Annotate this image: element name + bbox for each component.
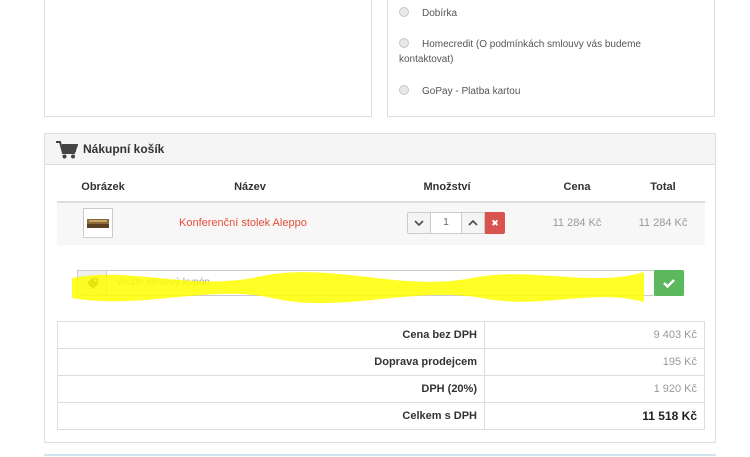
coffee-table-image: [87, 219, 109, 228]
cart-header: Nákupní košík: [45, 134, 715, 165]
column-header-price: Cena: [563, 181, 591, 193]
shopping-cart-icon: [56, 141, 78, 159]
coupon-input-group: Vložte slevový kupón: [77, 270, 684, 296]
checkmark-icon: [663, 279, 675, 289]
product-name-link[interactable]: Konferenční stolek Aleppo: [179, 217, 307, 229]
apply-coupon-button[interactable]: [654, 270, 684, 296]
column-header-name: Název: [234, 181, 266, 193]
item-total: 11 284 Kč: [638, 217, 688, 229]
radio-button[interactable]: [399, 85, 409, 95]
totals-value: 195 Kč: [484, 348, 705, 376]
totals-row: Celkem s DPH 11 518 Kč: [57, 402, 705, 430]
totals-row: Doprava prodejcem 195 Kč: [57, 348, 705, 376]
quantity-increase-button[interactable]: [461, 212, 485, 234]
payment-option-label-continued: kontaktovat): [399, 54, 454, 65]
quantity-control: 1 ✖: [395, 203, 515, 245]
column-header-image: Obrázek: [81, 181, 125, 193]
coupon-addon: [78, 271, 107, 295]
payment-option-label: Dobírka: [422, 8, 458, 19]
payment-option-label: Homecredit (O podmínkách smlouvy vás bud…: [422, 39, 641, 50]
column-header-quantity: Množství: [423, 181, 471, 193]
bottom-divider: [44, 454, 716, 456]
cart-item-row: Konferenční stolek Aleppo 1 ✖ 11 284 Kč …: [57, 201, 705, 245]
coupon-input[interactable]: Vložte slevový kupón: [116, 271, 683, 295]
payment-option-label: GoPay - Platba kartou: [422, 86, 521, 97]
payment-options-panel: Dobírka Homecredit (O podmínkách smlouvy…: [387, 0, 715, 117]
tag-icon: [87, 278, 98, 289]
totals-table: Cena bez DPH 9 403 Kč Doprava prodejcem …: [57, 321, 705, 430]
totals-label: DPH (20%): [57, 375, 485, 403]
totals-row: DPH (20%) 1 920 Kč: [57, 375, 705, 403]
product-thumbnail[interactable]: [83, 208, 113, 238]
left-info-panel: [44, 0, 372, 117]
grand-total-value: 11 518 Kč: [484, 402, 705, 430]
totals-value: 9 403 Kč: [484, 321, 705, 349]
remove-item-button[interactable]: ✖: [485, 212, 505, 234]
totals-label: Celkem s DPH: [57, 402, 485, 430]
quantity-decrease-button[interactable]: [407, 212, 431, 234]
totals-row: Cena bez DPH 9 403 Kč: [57, 321, 705, 349]
radio-button[interactable]: [399, 38, 409, 48]
cart-panel: Nákupní košík Obrázek Název Množství Cen…: [44, 133, 716, 443]
totals-value: 1 920 Kč: [484, 375, 705, 403]
cart-title: Nákupní košík: [83, 142, 165, 156]
totals-label: Cena bez DPH: [57, 321, 485, 349]
quantity-input[interactable]: 1: [431, 212, 461, 234]
chevron-down-icon: [414, 220, 424, 227]
chevron-up-icon: [468, 219, 478, 226]
radio-button[interactable]: [399, 7, 409, 17]
close-icon: ✖: [491, 218, 499, 228]
column-header-total: Total: [650, 181, 676, 193]
totals-label: Doprava prodejcem: [57, 348, 485, 376]
payment-option-homecredit[interactable]: Homecredit (O podmínkách smlouvy vás bud…: [399, 37, 699, 69]
item-price: 11 284 Kč: [552, 217, 602, 229]
